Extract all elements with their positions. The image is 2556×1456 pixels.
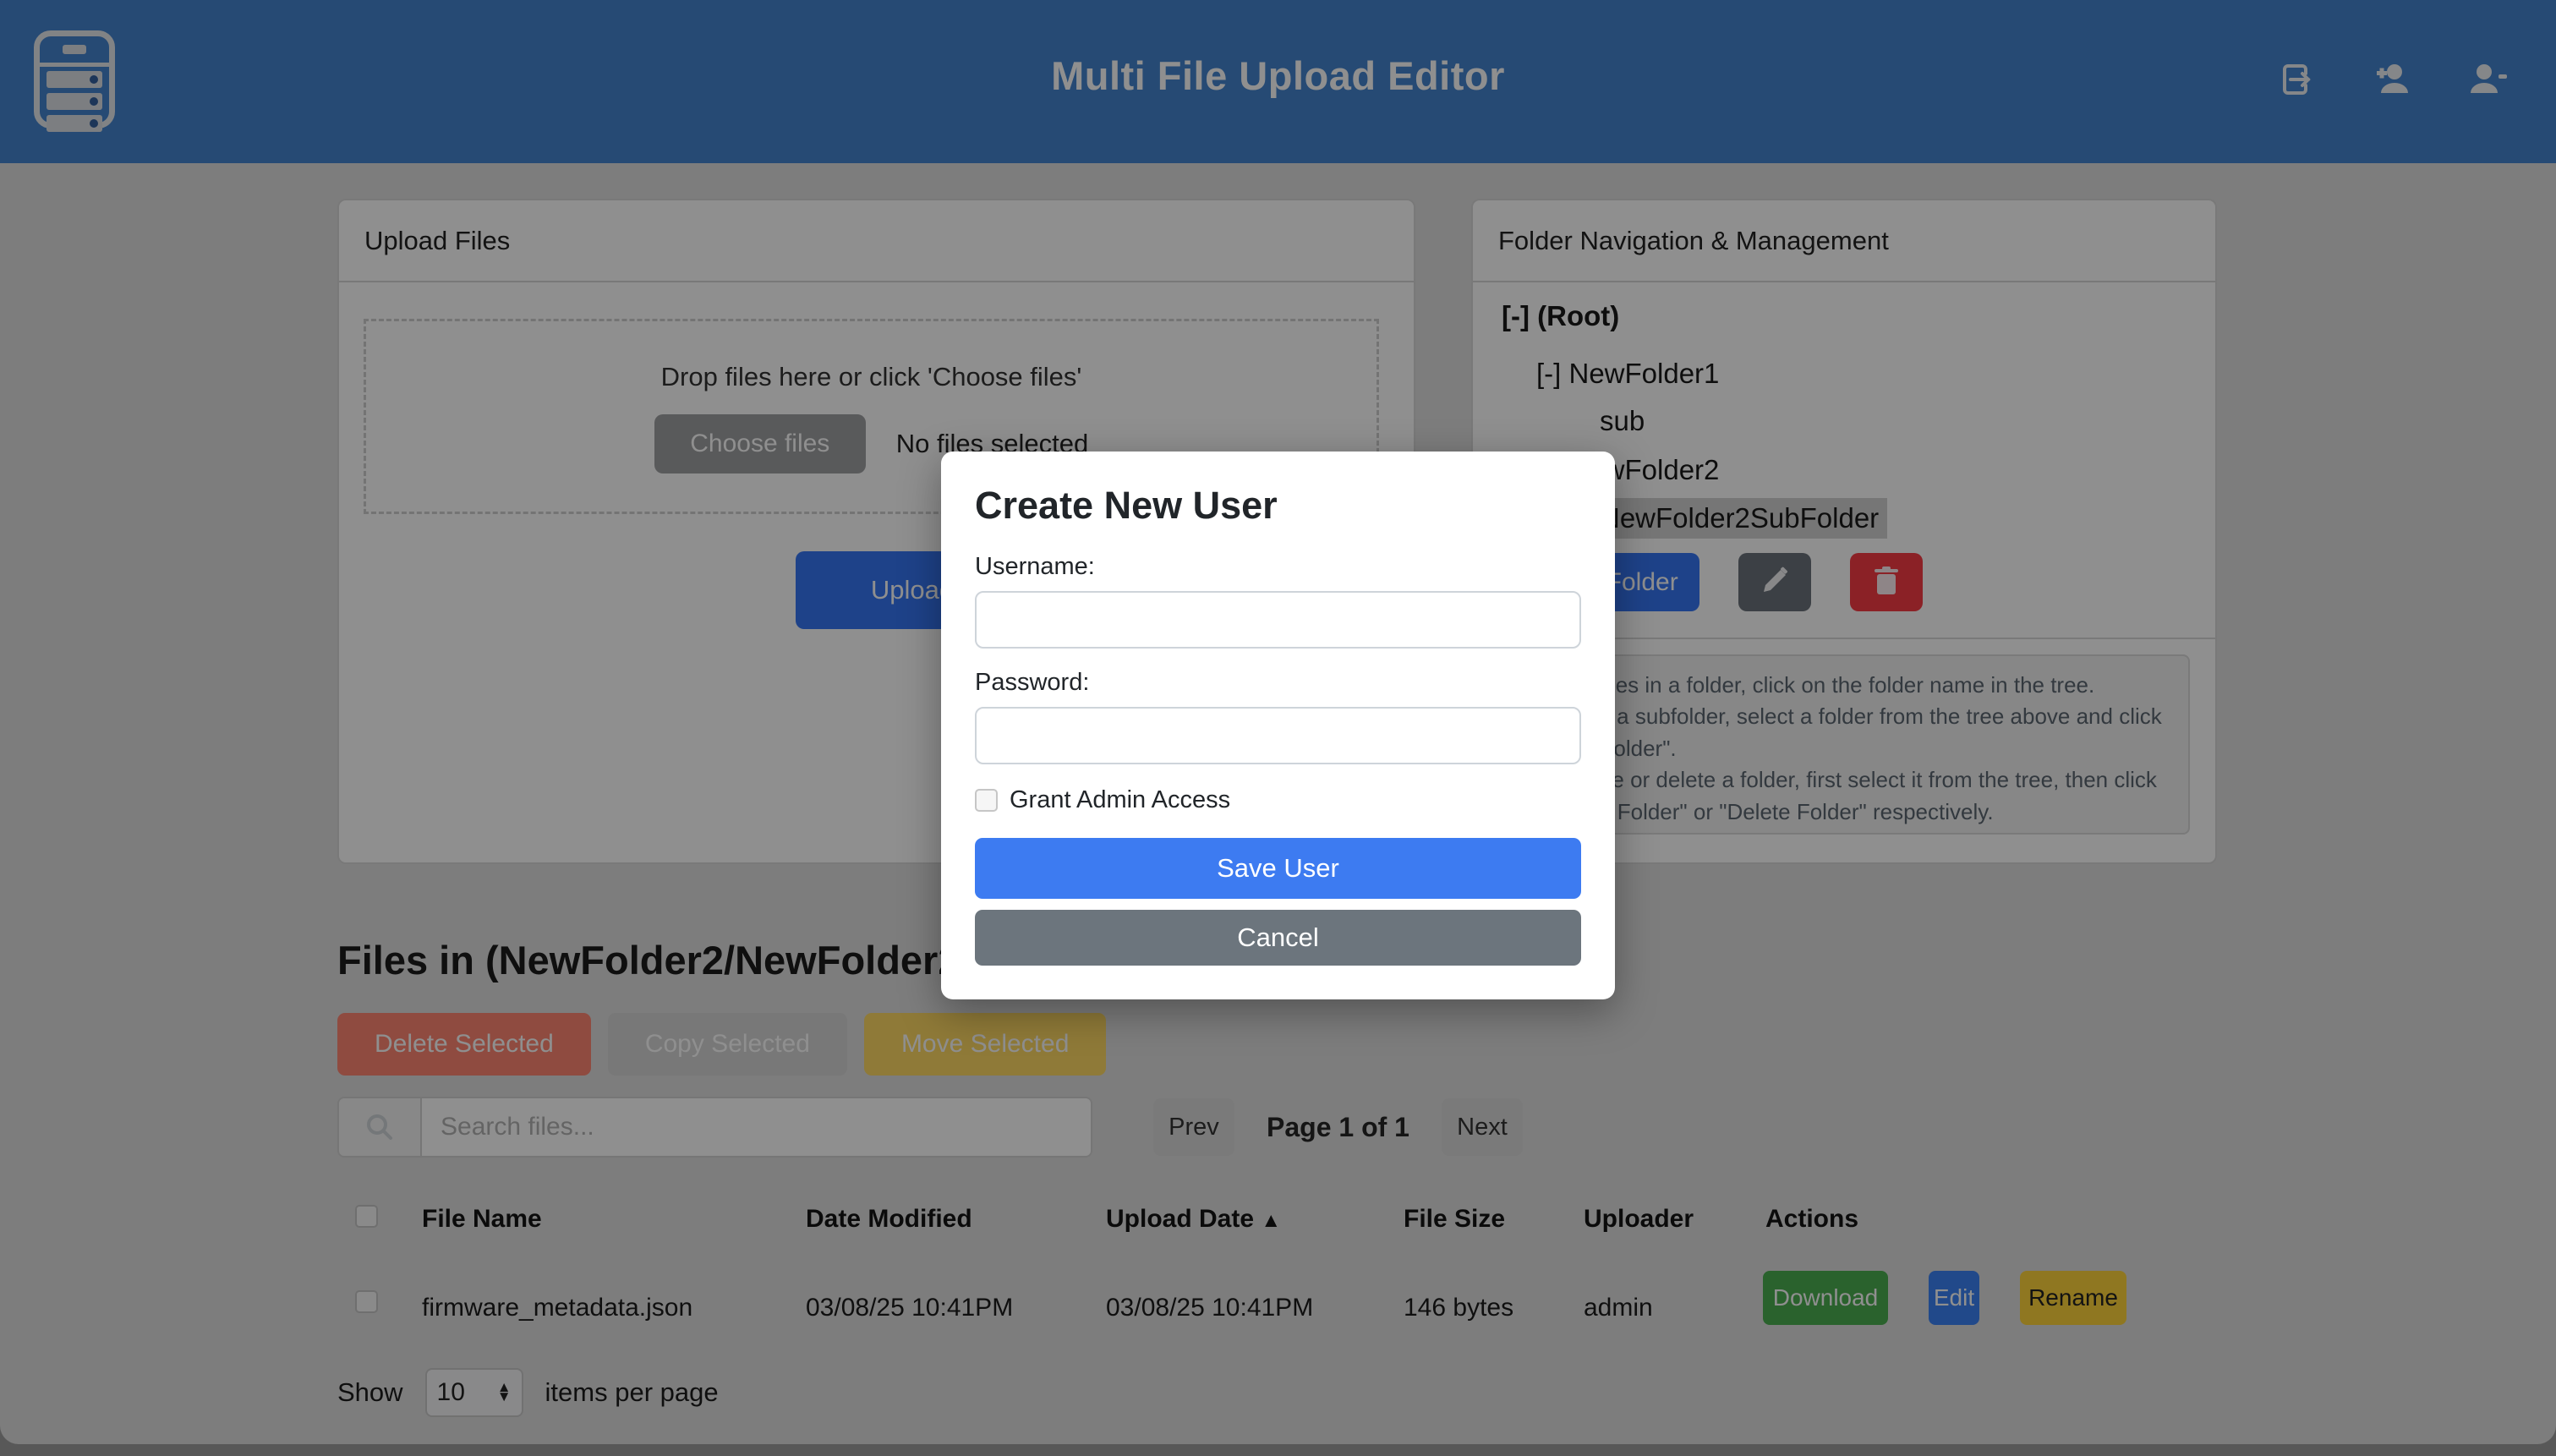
modal-title: Create New User [975,484,1581,528]
password-label: Password: [975,669,1581,697]
grant-admin-checkbox[interactable] [975,789,998,812]
username-label: Username: [975,553,1581,581]
username-field[interactable] [975,591,1581,649]
app-root: Multi File Upload Editor [0,0,2556,1456]
grant-admin-label: Grant Admin Access [1010,786,1230,814]
create-user-modal: Create New User Username: Password: Gran… [941,452,1615,999]
password-field[interactable] [975,707,1581,764]
cancel-button[interactable]: Cancel [975,910,1581,966]
save-user-button[interactable]: Save User [975,838,1581,899]
